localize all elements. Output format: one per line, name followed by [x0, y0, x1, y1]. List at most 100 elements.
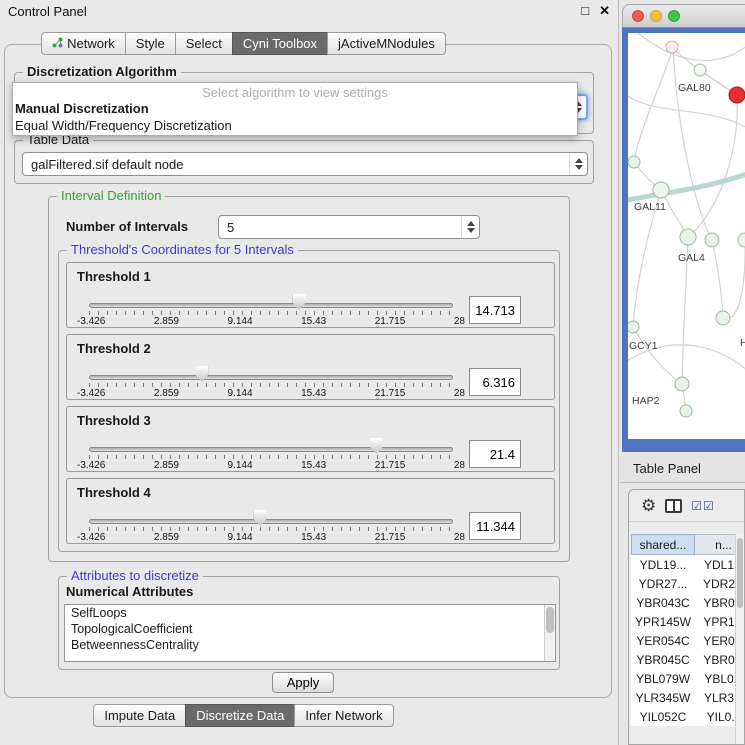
algorithm-option-equal-width[interactable]: Equal Width/Frequency Discretization: [13, 117, 577, 134]
table-scrollbar[interactable]: [735, 534, 744, 744]
threshold-value-input[interactable]: [469, 296, 521, 324]
table-row[interactable]: YBR045CYBR0...: [631, 650, 745, 669]
algorithm-option-manual[interactable]: Manual Discretization: [13, 100, 577, 117]
network-edge: [688, 95, 737, 237]
combo-stepper-icon[interactable]: [569, 153, 587, 175]
table-cell[interactable]: YBR045C: [631, 650, 695, 669]
network-titlebar[interactable]: [622, 4, 745, 28]
network-node[interactable]: [628, 156, 640, 168]
tab-cyni-toolbox[interactable]: Cyni Toolbox: [232, 32, 328, 55]
close-icon[interactable]: ✕: [599, 3, 610, 19]
tick-label: 15.43: [301, 532, 326, 543]
node-label: GAL4: [678, 252, 705, 264]
tab-infer-network[interactable]: Infer Network: [294, 704, 393, 727]
tick-label: 2.859: [154, 532, 179, 543]
threshold-slider[interactable]: -3.4262.8599.14415.4321.71528: [89, 407, 453, 473]
attributes-list[interactable]: SelfLoopsTopologicalCoefficientBetweenne…: [64, 604, 556, 662]
slider-scale: -3.4262.8599.14415.4321.71528: [77, 316, 465, 327]
gear-icon[interactable]: ⚙: [641, 497, 656, 514]
network-node[interactable]: [666, 41, 678, 53]
tab-select[interactable]: Select: [175, 32, 233, 55]
apply-button[interactable]: Apply: [272, 672, 334, 693]
tick-label: 28: [454, 316, 465, 327]
attributes-scrollbar[interactable]: [544, 605, 555, 661]
table-cell[interactable]: YDR27...: [631, 574, 695, 593]
table-row[interactable]: YLR345WYLR3...: [631, 688, 745, 707]
table-data-selected: galFiltered.sif default node: [31, 157, 183, 172]
slider-track[interactable]: [89, 447, 453, 452]
tab-network[interactable]: Network: [41, 32, 126, 55]
table-panel-title: Table Panel: [633, 461, 701, 476]
table-cell[interactable]: YPR145W: [631, 612, 695, 631]
network-edge: [673, 48, 712, 240]
network-node[interactable]: [738, 233, 745, 247]
node-label: GAL80: [678, 82, 711, 94]
tab-style[interactable]: Style: [125, 32, 176, 55]
network-node[interactable]: [628, 321, 639, 333]
checkbox-icons[interactable]: ☑☑: [691, 499, 715, 513]
table-row[interactable]: YBR043CYBR0...: [631, 593, 745, 612]
minimize-light-icon[interactable]: [650, 10, 662, 22]
tab-label: Select: [186, 36, 222, 51]
threshold-slider[interactable]: -3.4262.8599.14415.4321.71528: [89, 263, 453, 329]
table-data-combo[interactable]: galFiltered.sif default node: [22, 152, 588, 176]
combo-stepper-icon[interactable]: [461, 216, 479, 238]
number-of-intervals-combo[interactable]: 5: [218, 215, 480, 239]
tab-label: Network: [67, 36, 115, 51]
column-header-shared-name[interactable]: shared...: [631, 534, 695, 555]
slider-track[interactable]: [89, 303, 453, 308]
columns-icon[interactable]: [665, 499, 682, 513]
tab-label: Impute Data: [104, 708, 175, 723]
network-node[interactable]: [653, 182, 669, 198]
table-cell[interactable]: YIL052C: [631, 707, 695, 726]
table-toolbar: ⚙ ☑☑: [629, 490, 744, 522]
table-cell[interactable]: YER054C: [631, 631, 695, 650]
network-node[interactable]: [705, 233, 719, 247]
tick-label: 28: [454, 532, 465, 543]
table-cell[interactable]: YDL19...: [631, 555, 695, 574]
algorithm-group-title: Discretization Algorithm: [23, 64, 181, 79]
attribute-item[interactable]: TopologicalCoefficient: [65, 621, 555, 637]
threshold-value-input[interactable]: [469, 512, 521, 540]
tab-discretize-data[interactable]: Discretize Data: [185, 704, 295, 727]
network-node[interactable]: [680, 405, 692, 417]
attribute-item[interactable]: BetweennessCentrality: [65, 637, 555, 653]
threshold-slider[interactable]: -3.4262.8599.14415.4321.71528: [89, 479, 453, 545]
network-node[interactable]: [716, 311, 730, 325]
tab-impute-data[interactable]: Impute Data: [93, 704, 186, 727]
table-row[interactable]: YDL19...YDL1...: [631, 555, 745, 574]
tick-label: 15.43: [301, 316, 326, 327]
table-row[interactable]: YBL079WYBL0...: [631, 669, 745, 688]
node-label: GAL11: [634, 201, 666, 213]
table-row[interactable]: YIL052CYIL0...: [631, 707, 745, 726]
network-edge: [634, 48, 673, 162]
network-node[interactable]: [694, 64, 706, 76]
network-edge: [723, 240, 745, 319]
tick-label: 21.715: [375, 316, 406, 327]
network-node[interactable]: [675, 377, 689, 391]
table-row[interactable]: YDR27...YDR2...: [631, 574, 745, 593]
slider-track[interactable]: [89, 375, 453, 380]
threshold-value-input[interactable]: [469, 368, 521, 396]
table-cell[interactable]: YLR345W: [631, 688, 695, 707]
table-cell[interactable]: YBL079W: [631, 669, 695, 688]
tab-jactivemnodules[interactable]: jActiveMNodules: [327, 32, 446, 55]
close-light-icon[interactable]: [632, 10, 644, 22]
network-edge: [638, 33, 745, 61]
minimize-icon[interactable]: □: [581, 3, 589, 19]
attributes-group-title: Attributes to discretize: [67, 568, 203, 583]
table-row[interactable]: YPR145WYPR1...: [631, 612, 745, 631]
table-cell[interactable]: YBR043C: [631, 593, 695, 612]
network-node[interactable]: [680, 229, 696, 245]
slider-track[interactable]: [89, 519, 453, 524]
threshold-slider[interactable]: -3.4262.8599.14415.4321.71528: [89, 335, 453, 401]
tab-label: Cyni Toolbox: [243, 36, 317, 51]
network-canvas[interactable]: GAL80GAL11GAL4GCY1HHAP2: [628, 33, 745, 439]
threshold-value-input[interactable]: [469, 440, 521, 468]
attribute-item[interactable]: SelfLoops: [65, 605, 555, 621]
network-edge: [628, 173, 745, 201]
zoom-light-icon[interactable]: [668, 10, 680, 22]
node-label: H: [740, 337, 745, 349]
network-node[interactable]: [729, 87, 745, 103]
table-row[interactable]: YER054CYER0...: [631, 631, 745, 650]
